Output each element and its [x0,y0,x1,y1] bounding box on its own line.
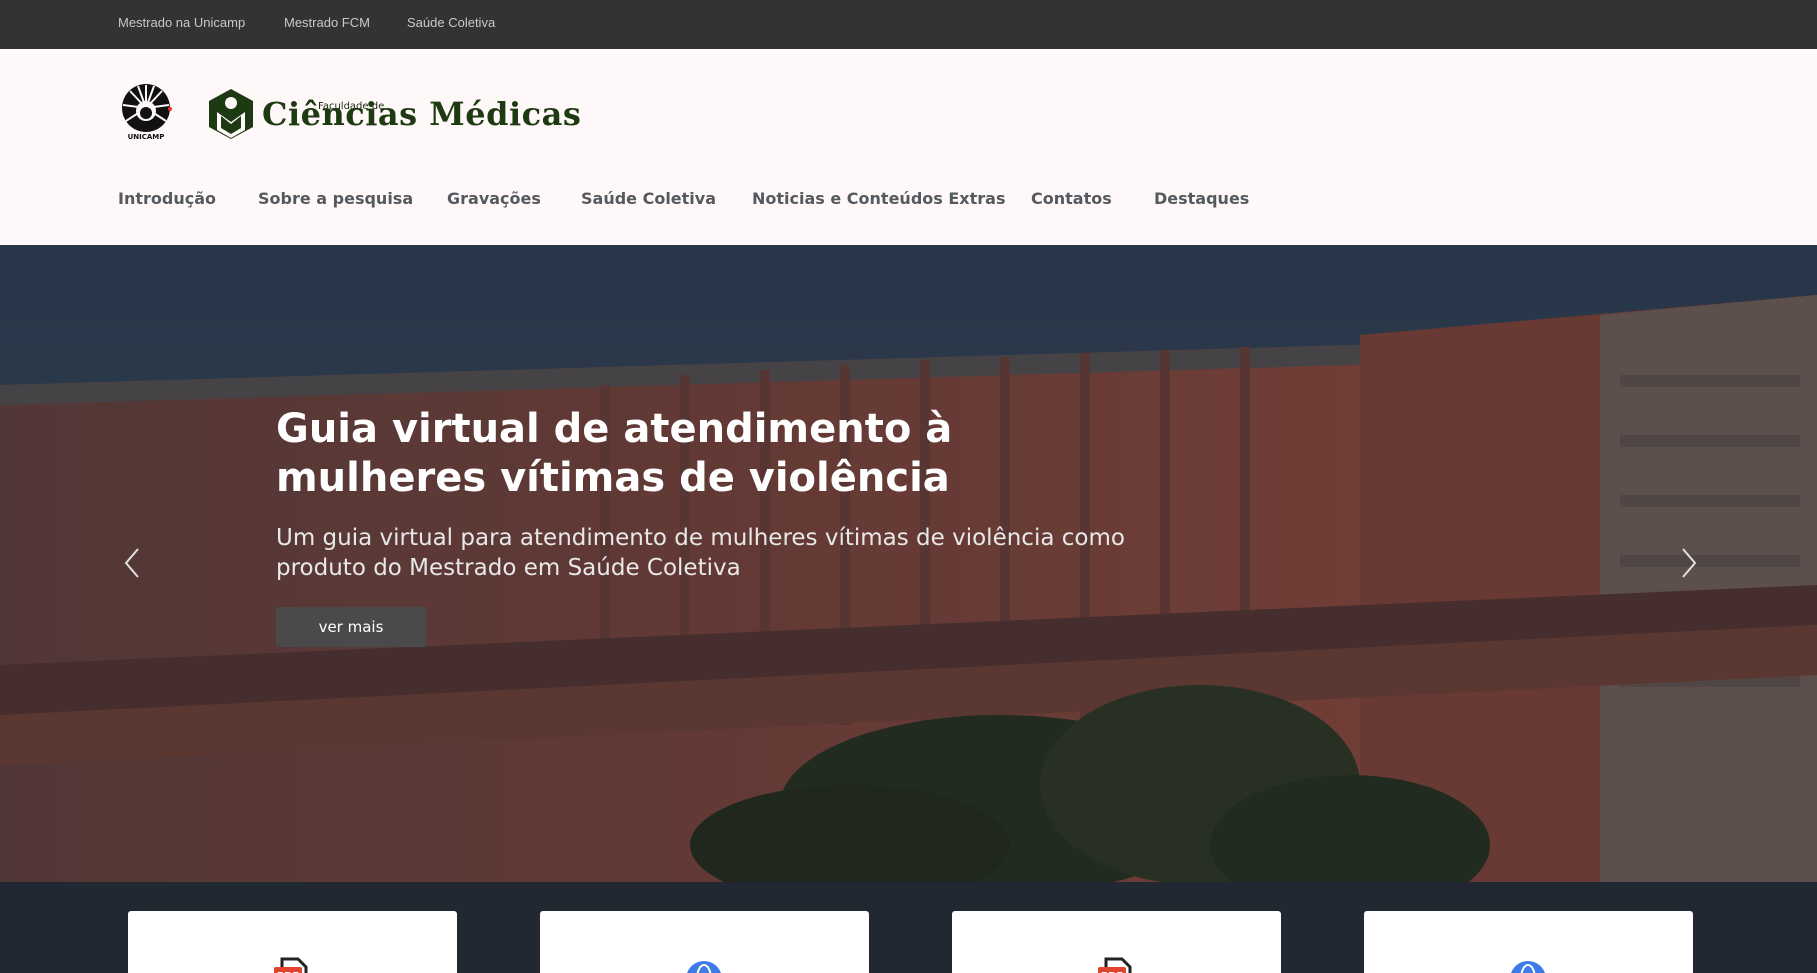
pdf-icon: PDF [274,957,308,973]
nav-item-noticias[interactable]: Noticias e Conteúdos Extras [752,189,1005,208]
hero-subtitle: Um guia virtual para atendimento de mulh… [276,525,1125,581]
hero-carousel: Guia virtual de atendimento à mulheres v… [0,245,1817,882]
ver-mais-button[interactable]: ver mais [276,607,426,647]
topbar-link-mestrado-fcm[interactable]: Mestrado FCM [284,15,370,30]
chevron-right-icon[interactable] [1677,545,1701,581]
nav-item-sobre-a-pesquisa[interactable]: Sobre a pesquisa [258,189,413,208]
fcm-title: Ciências Médicas [262,95,582,133]
card-globe-1[interactable] [540,911,869,973]
nav-item-introducao[interactable]: Introdução [118,189,216,208]
chevron-left-icon[interactable] [120,545,144,581]
card-globe-2[interactable] [1364,911,1693,973]
unicamp-label: UNICAMP [127,133,165,141]
topbar-link-mestrado-unicamp[interactable]: Mestrado na Unicamp [118,15,245,30]
card-pdf-2[interactable]: PDF [952,911,1281,973]
topbar-link-saude-coletiva[interactable]: Saúde Coletiva [407,15,495,30]
nav-item-saude-coletiva[interactable]: Saúde Coletiva [581,189,716,208]
card-pdf-1[interactable]: PDF [128,911,457,973]
fcm-logo[interactable] [203,86,259,142]
globe-icon [687,961,721,973]
site-header: UNICAMP Faculdade de Ciências Médicas [0,49,1817,245]
nav-item-contatos[interactable]: Contatos [1031,189,1112,208]
hero-title: Guia virtual de atendimento à mulheres v… [276,406,953,501]
pdf-icon: PDF [1098,957,1132,973]
nav-item-gravacoes[interactable]: Gravações [447,189,541,208]
nav-item-destaques[interactable]: Destaques [1154,189,1249,208]
globe-icon [1511,961,1545,973]
top-bar: Mestrado na Unicamp Mestrado FCM Saúde C… [0,0,1817,49]
